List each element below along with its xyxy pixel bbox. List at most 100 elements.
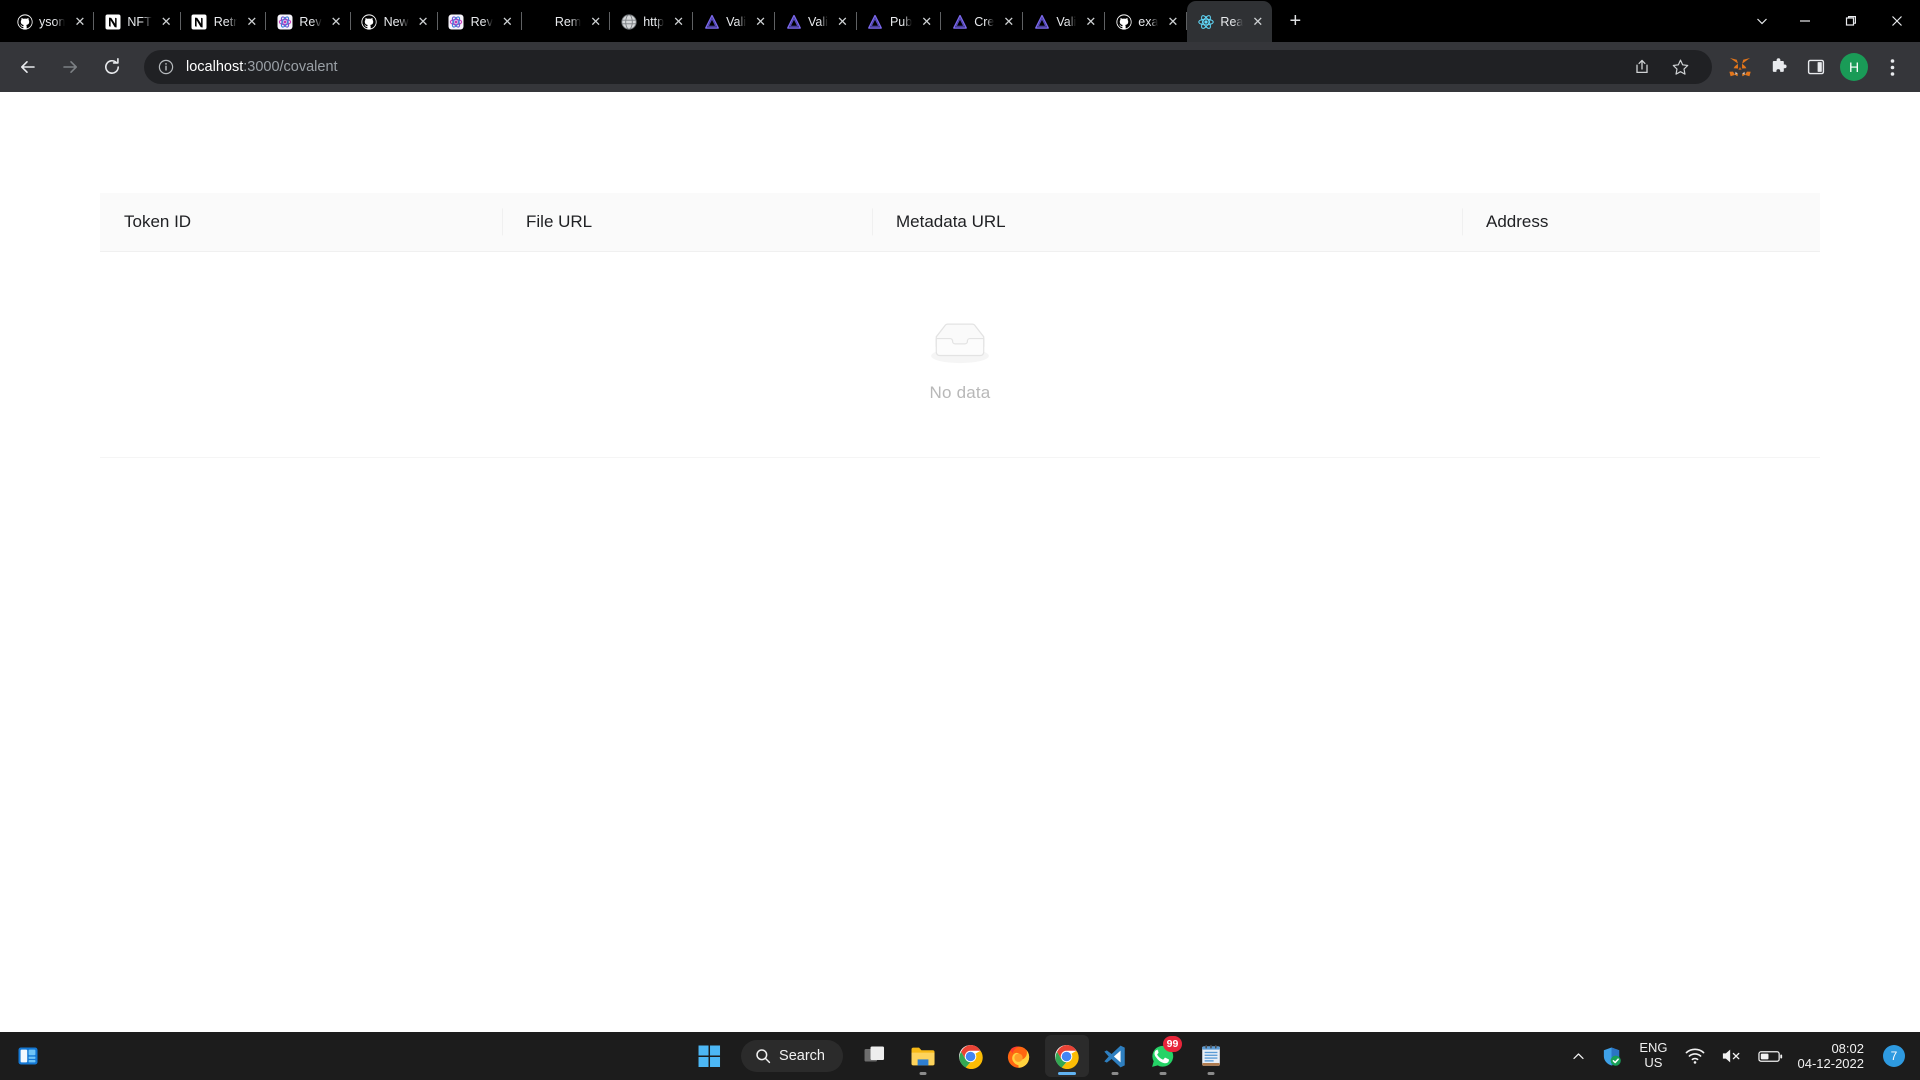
notification-center-button[interactable]: 7	[1876, 1036, 1912, 1076]
tab-title: Vali	[726, 14, 747, 29]
whatsapp-icon[interactable]: 99	[1141, 1035, 1185, 1077]
running-indicator	[1159, 1072, 1167, 1075]
tab-close-icon[interactable]: ✕	[918, 13, 935, 30]
browser-tab[interactable]: Rem ✕	[522, 1, 611, 42]
chrome-active-icon[interactable]	[1044, 1035, 1089, 1077]
chrome-icon[interactable]	[949, 1035, 993, 1077]
browser-tab[interactable]: Cre ✕	[941, 1, 1024, 42]
column-header-metadata-url[interactable]: Metadata URL	[872, 193, 1462, 252]
tab-title: Vali	[808, 14, 828, 29]
blank-icon	[532, 13, 549, 30]
vercel-v-icon	[867, 13, 884, 30]
windows-start-icon[interactable]	[687, 1035, 731, 1077]
browser-tab[interactable]: Pub ✕	[857, 1, 942, 42]
wifi-icon[interactable]	[1678, 1036, 1712, 1076]
puzzle-icon[interactable]	[1760, 49, 1796, 85]
address-bar[interactable]: localhost:3000/covalent	[144, 50, 1712, 84]
tab-close-icon[interactable]: ✕	[158, 13, 175, 30]
tab-title: Vali	[1056, 14, 1077, 29]
task-view-icon[interactable]	[853, 1035, 897, 1077]
avatar[interactable]: H	[1840, 53, 1868, 81]
window-controls	[1742, 0, 1920, 42]
language-primary: ENG	[1639, 1040, 1668, 1056]
info-circle-icon[interactable]	[156, 57, 176, 77]
browser-tab[interactable]: Rev ✕	[266, 1, 351, 42]
folder-icon[interactable]	[901, 1035, 945, 1077]
revise-icon	[276, 13, 293, 30]
taskbar-search-label: Search	[779, 1048, 825, 1064]
browser-tab[interactable]: yson ✕	[6, 1, 95, 42]
close-icon[interactable]	[1874, 0, 1920, 42]
active-indicator	[1057, 1072, 1076, 1075]
clock-date: 04-12-2022	[1797, 1056, 1865, 1071]
browser-tab[interactable]: Vali ✕	[1023, 1, 1106, 42]
widgets-icon[interactable]	[8, 1036, 48, 1076]
browser-tab[interactable]: http ✕	[610, 1, 694, 42]
tab-title: Retr	[213, 14, 238, 29]
page-viewport: Token ID File URL Metadata URL Address N…	[0, 92, 1920, 1032]
running-indicator	[1111, 1072, 1119, 1075]
three-dot-menu-icon[interactable]	[1874, 49, 1910, 85]
github-icon	[16, 13, 33, 30]
tab-close-icon[interactable]: ✕	[670, 13, 687, 30]
browser-tab[interactable]: Vali ✕	[775, 1, 857, 42]
tab-close-icon[interactable]: ✕	[834, 13, 851, 30]
tab-title: NFT	[127, 14, 152, 29]
tab-close-icon[interactable]: ✕	[1082, 13, 1099, 30]
share-icon[interactable]	[1624, 49, 1660, 85]
column-header-token-id[interactable]: Token ID	[100, 193, 502, 252]
tab-close-icon[interactable]: ✕	[752, 13, 769, 30]
tab-title: http	[643, 14, 665, 29]
side-panel-icon[interactable]	[1798, 49, 1834, 85]
browser-tab[interactable]: NFT ✕	[94, 1, 181, 42]
browser-window: yson ✕ NFT ✕ Retr ✕ Rev ✕ New ✕ Rev ✕ Rem ✕ http ✕ Vali ✕…	[0, 0, 1920, 1032]
tab-close-icon[interactable]: ✕	[71, 13, 88, 30]
minimize-icon[interactable]	[1782, 0, 1828, 42]
taskbar-search[interactable]: Search	[741, 1040, 843, 1072]
browser-tab[interactable]: Retr ✕	[181, 1, 267, 42]
table-empty-cell: No data	[100, 251, 1820, 458]
browser-tab[interactable]: Vali ✕	[693, 1, 776, 42]
browser-toolbar: localhost:3000/covalent H	[0, 42, 1920, 92]
tab-strip: yson ✕ NFT ✕ Retr ✕ Rev ✕ New ✕ Rev ✕ Rem ✕ http ✕ Vali ✕…	[0, 0, 1920, 42]
chevron-up-icon[interactable]	[1565, 1036, 1592, 1076]
tab-close-icon[interactable]: ✕	[587, 13, 604, 30]
language-indicator[interactable]: ENG US	[1631, 1041, 1675, 1070]
taskbar-left	[0, 1032, 48, 1080]
column-header-file-url[interactable]: File URL	[502, 193, 872, 252]
system-tray: ENG US 08:02 04-12-2022 7	[1565, 1032, 1920, 1080]
tab-close-icon[interactable]: ✕	[328, 13, 345, 30]
column-header-address[interactable]: Address	[1462, 193, 1820, 252]
clock[interactable]: 08:02 04-12-2022	[1792, 1041, 1875, 1072]
vscode-icon[interactable]	[1093, 1035, 1137, 1077]
browser-tab[interactable]: Rea ✕	[1187, 1, 1273, 42]
globe-icon	[620, 13, 637, 30]
tab-close-icon[interactable]: ✕	[243, 13, 260, 30]
tab-close-icon[interactable]: ✕	[1164, 13, 1181, 30]
tab-close-icon[interactable]: ✕	[1000, 13, 1017, 30]
back-arrow-icon[interactable]	[10, 49, 46, 85]
battery-icon[interactable]	[1751, 1036, 1790, 1076]
shield-check-icon[interactable]	[1594, 1036, 1629, 1076]
chevron-down-icon[interactable]	[1742, 0, 1782, 42]
tab-close-icon[interactable]: ✕	[1249, 13, 1266, 30]
firefox-icon[interactable]	[997, 1035, 1041, 1077]
metamask-fox-icon[interactable]	[1722, 49, 1758, 85]
star-icon[interactable]	[1662, 49, 1698, 85]
forward-arrow-icon[interactable]	[52, 49, 88, 85]
omnibox-actions	[1624, 49, 1698, 85]
new-tab-button[interactable]: +	[1278, 4, 1312, 38]
reload-icon[interactable]	[94, 49, 130, 85]
tab-title: New	[383, 14, 409, 29]
running-indicator	[919, 1072, 927, 1075]
tab-close-icon[interactable]: ✕	[415, 13, 432, 30]
notepad-icon[interactable]	[1189, 1035, 1233, 1077]
browser-tab[interactable]: Rev ✕	[438, 1, 522, 42]
windows-taskbar: Search 99 ENG US 08:02 04-12-2022 7	[0, 1032, 1920, 1080]
restore-icon[interactable]	[1828, 0, 1874, 42]
browser-tab[interactable]: exa ✕	[1105, 1, 1188, 42]
volume-muted-icon[interactable]	[1714, 1036, 1749, 1076]
tab-close-icon[interactable]: ✕	[499, 13, 516, 30]
browser-tab[interactable]: New ✕	[351, 1, 438, 42]
table-header-row: Token ID File URL Metadata URL Address	[100, 193, 1820, 252]
